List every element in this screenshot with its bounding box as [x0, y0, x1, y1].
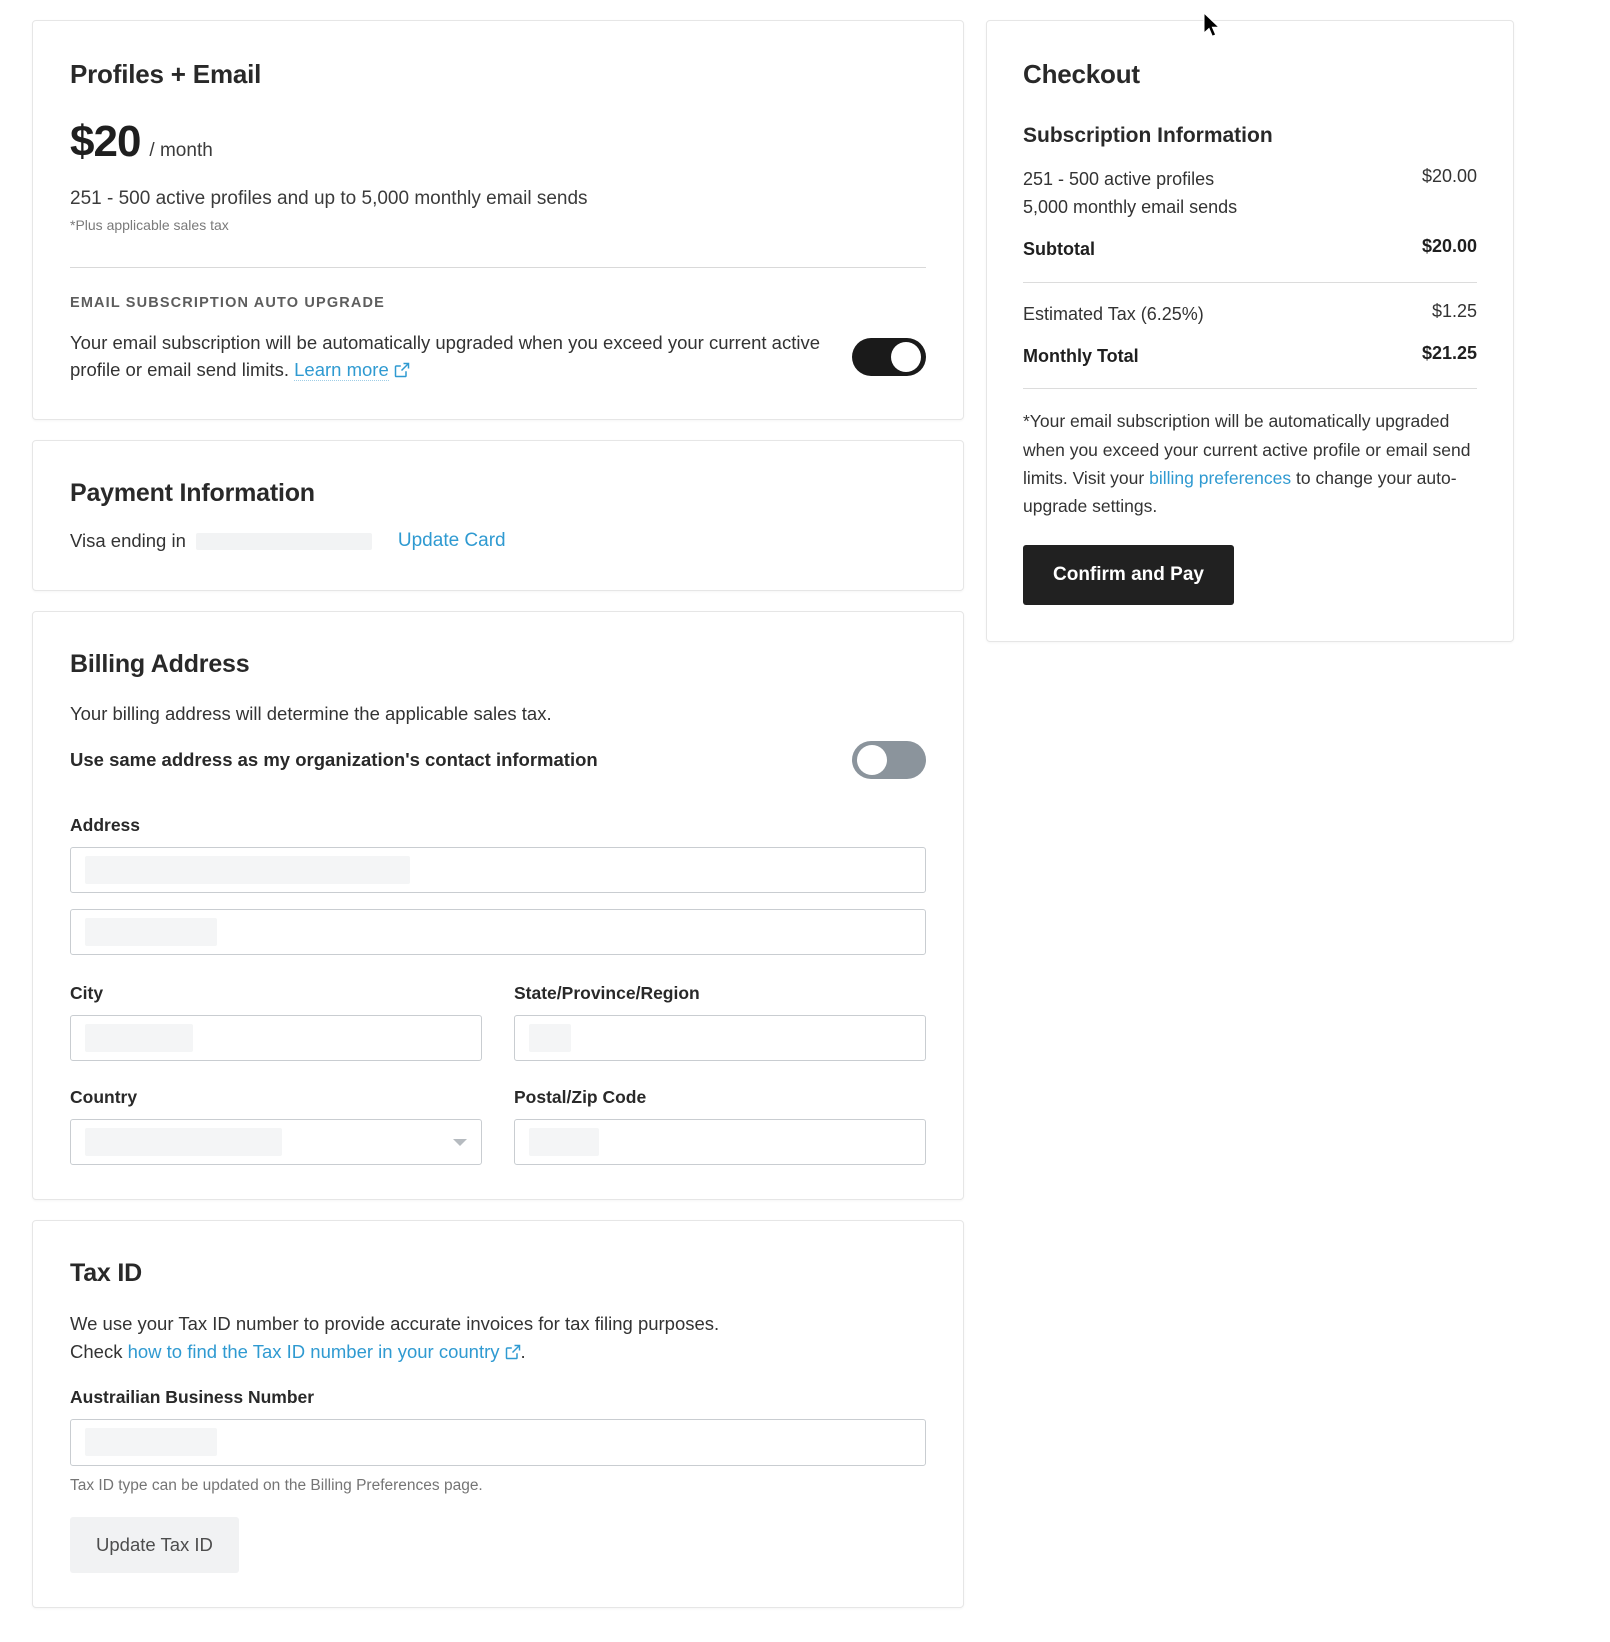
payment-card-row: Visa ending in Update Card: [70, 530, 926, 552]
auto-upgrade-toggle-knob: [891, 342, 921, 373]
subtotal-amount: $20.00: [1421, 235, 1477, 256]
plan-tax-note: *Plus applicable sales tax: [70, 216, 229, 233]
learn-more-link[interactable]: Learn more: [294, 359, 389, 382]
plan-title: Profiles + Email: [70, 59, 262, 89]
address-line1-redacted: [85, 856, 410, 885]
plan-divider: [70, 266, 926, 268]
subtotal-label: Subtotal: [1023, 238, 1095, 259]
tax-id-description-line1: We use your Tax ID number to provide acc…: [70, 1313, 720, 1335]
checkout-rule-1: [1023, 281, 1477, 283]
same-address-toggle[interactable]: [852, 741, 926, 780]
city-input[interactable]: [70, 1015, 482, 1062]
payment-information-card: Payment Information Visa ending in Updat…: [32, 440, 964, 592]
auto-upgrade-row: Your email subscription will be automati…: [70, 329, 926, 386]
postal-field: Postal/Zip Code: [514, 1087, 926, 1166]
same-address-label: Use same address as my organization's co…: [70, 749, 598, 771]
tax-id-card: Tax ID We use your Tax ID number to prov…: [32, 1220, 964, 1608]
postal-input[interactable]: [514, 1119, 926, 1166]
billing-address-title: Billing Address: [70, 650, 250, 679]
address-fields-grid: City State/Province/Region Country Posta…: [70, 983, 926, 1166]
line-item-label-line2: 5,000 monthly email sends: [1023, 196, 1238, 217]
tax-id-field-label: Austrailian Business Number: [70, 1386, 315, 1407]
state-field: State/Province/Region: [514, 983, 926, 1062]
tax-id-help-link[interactable]: how to find the Tax ID number in your co…: [128, 1341, 500, 1362]
address-line1-input[interactable]: [70, 847, 926, 894]
tax-id-input[interactable]: [70, 1418, 926, 1466]
external-link-icon: [394, 358, 410, 385]
auto-upgrade-eyebrow: EMAIL SUBSCRIPTION AUTO UPGRADE: [70, 294, 385, 311]
plan-price-amount: $20: [70, 117, 141, 166]
checkout-card: Checkout Subscription Information 251 - …: [986, 20, 1514, 642]
address-line2-input[interactable]: [70, 909, 926, 956]
state-redacted: [529, 1024, 571, 1053]
address-line2-redacted: [85, 918, 217, 947]
country-select[interactable]: [70, 1119, 482, 1166]
estimated-tax-row: Estimated Tax (6.25%) $1.25: [1023, 301, 1477, 329]
tax-id-redacted: [85, 1428, 217, 1456]
checkout-line-item: 251 - 500 active profiles 5,000 monthly …: [1023, 166, 1477, 222]
plan-price-period: / month: [149, 140, 213, 161]
payment-information-title: Payment Information: [70, 479, 315, 508]
plan-price: $20 / month: [70, 120, 926, 164]
auto-upgrade-text: Your email subscription will be automati…: [70, 331, 820, 381]
estimated-tax-label: Estimated Tax (6.25%): [1023, 303, 1204, 324]
checkout-title: Checkout: [1023, 59, 1140, 89]
postal-redacted: [529, 1128, 599, 1157]
plan-card: Profiles + Email $20 / month 251 - 500 a…: [32, 20, 964, 421]
tax-id-check-prefix: Check: [70, 1341, 123, 1363]
tax-id-description: We use your Tax ID number to provide acc…: [70, 1310, 926, 1368]
state-label: State/Province/Region: [514, 983, 700, 1004]
card-last4-redacted: [195, 532, 372, 550]
tax-id-hint: Tax ID type can be updated on the Billin…: [70, 1476, 483, 1494]
billing-checkout-page: Profiles + Email $20 / month 251 - 500 a…: [0, 0, 1610, 1642]
subscription-information-title: Subscription Information: [1023, 124, 1273, 147]
monthly-total-amount: $21.25: [1421, 342, 1477, 363]
line-item-amount: $20.00: [1421, 166, 1477, 186]
billing-address-card: Billing Address Your billing address wil…: [32, 611, 964, 1201]
auto-upgrade-description: Your email subscription will be automati…: [70, 329, 824, 386]
same-address-row: Use same address as my organization's co…: [70, 741, 926, 780]
chevron-down-icon: [453, 1139, 467, 1147]
subtotal-row: Subtotal $20.00: [1023, 236, 1477, 264]
checkout-disclaimer: *Your email subscription will be automat…: [1023, 407, 1477, 520]
tax-id-description-suffix: .: [520, 1341, 526, 1363]
address-label: Address: [70, 815, 141, 836]
card-brand-label: Visa ending in: [70, 530, 186, 552]
country-redacted: [85, 1128, 282, 1157]
city-field: City: [70, 983, 482, 1062]
same-address-toggle-knob: [857, 745, 887, 776]
monthly-total-label: Monthly Total: [1023, 345, 1139, 366]
auto-upgrade-toggle[interactable]: [852, 338, 926, 377]
country-label: Country: [70, 1087, 138, 1108]
city-label: City: [70, 983, 104, 1004]
city-redacted: [85, 1024, 193, 1053]
postal-label: Postal/Zip Code: [514, 1087, 647, 1108]
monthly-total-row: Monthly Total $21.25: [1023, 343, 1477, 371]
update-card-link[interactable]: Update Card: [398, 530, 506, 552]
left-column: Profiles + Email $20 / month 251 - 500 a…: [32, 20, 964, 1628]
line-item-label: 251 - 500 active profiles 5,000 monthly …: [1023, 166, 1237, 222]
line-item-label-line1: 251 - 500 active profiles: [1023, 169, 1215, 189]
estimated-tax-amount: $1.25: [1431, 300, 1477, 321]
country-field: Country: [70, 1087, 482, 1166]
state-input[interactable]: [514, 1015, 926, 1062]
tax-id-title: Tax ID: [70, 1259, 142, 1288]
billing-preferences-link[interactable]: billing preferences: [1149, 468, 1291, 488]
plan-description: 251 - 500 active profiles and up to 5,00…: [70, 188, 588, 209]
external-link-icon-tax: [505, 1340, 521, 1368]
checkout-rule-2: [1023, 388, 1477, 390]
billing-address-description: Your billing address will determine the …: [70, 703, 552, 725]
right-column: Checkout Subscription Information 251 - …: [986, 20, 1514, 662]
confirm-and-pay-button[interactable]: Confirm and Pay: [1023, 544, 1234, 605]
update-tax-id-button[interactable]: Update Tax ID: [70, 1516, 239, 1573]
